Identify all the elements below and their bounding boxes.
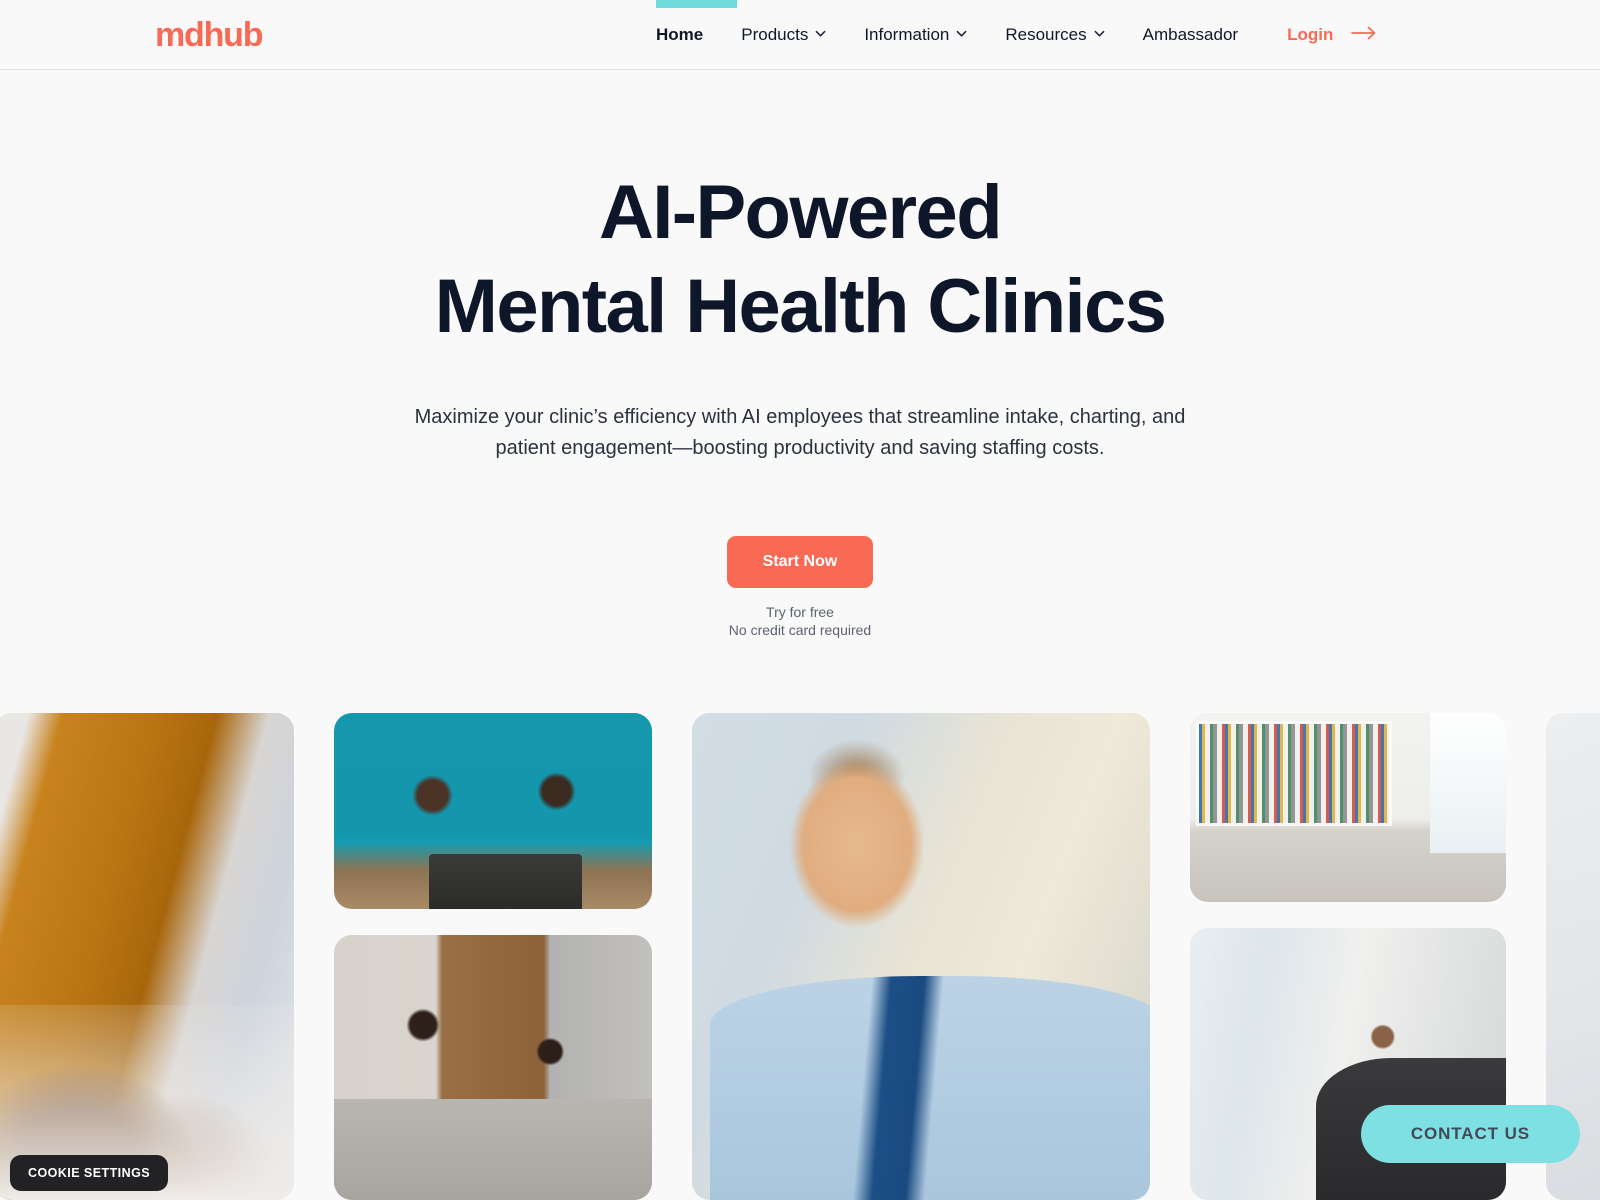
nav-item-label: Resources (1005, 25, 1087, 44)
gallery-column-3 (692, 713, 1150, 1200)
main-navigation: Home Products Information Resources Amba… (650, 0, 1377, 70)
gallery-column-1 (0, 713, 294, 1200)
nav-item-resources[interactable]: Resources (986, 0, 1123, 70)
hero-title-line-2: Mental Health Clinics (434, 264, 1167, 350)
photo-smiling-clinician-image (692, 713, 1150, 1200)
photo-couch-session-image (334, 935, 652, 1200)
photo-gallery (0, 713, 1600, 1200)
gallery-photo-4 (692, 713, 1150, 1200)
page-title: AI-Powered Mental Health Clinics (0, 166, 1600, 354)
cta-note: Try for free No credit card required (0, 604, 1600, 640)
nav-item-label: Information (864, 25, 950, 44)
site-header: mdhub Home Products Information Resource… (0, 0, 1600, 70)
hero-cta-group: Start Now Try for free No credit card re… (0, 536, 1600, 640)
nav-item-label: Ambassador (1142, 25, 1239, 44)
hero-title-line-1: AI-Powered (598, 170, 1003, 255)
photo-therapy-hands-image (0, 713, 294, 1200)
logo-mdhub[interactable]: mdhub (155, 18, 264, 52)
gallery-column-2 (334, 713, 652, 1200)
gallery-photo-5 (1190, 713, 1506, 902)
arrow-right-icon (1351, 25, 1377, 45)
cta-note-line-1: Try for free (766, 604, 834, 621)
start-now-button[interactable]: Start Now (726, 536, 874, 589)
photo-colleagues-laptop-image (334, 713, 652, 910)
gallery-photo-2 (334, 713, 652, 910)
gallery-photo-3 (334, 935, 652, 1200)
login-label: Login (1287, 25, 1334, 44)
photo-bookshelf-room-image (1190, 713, 1506, 902)
nav-item-information[interactable]: Information (845, 0, 986, 70)
cookie-settings-button[interactable]: COOKIE SETTINGS (10, 1155, 169, 1191)
chevron-down-icon (815, 28, 826, 39)
nav-item-ambassador[interactable]: Ambassador (1124, 0, 1257, 70)
contact-us-button[interactable]: CONTACT US (1360, 1105, 1580, 1163)
hero-subtitle: Maximize your clinic’s efficiency with A… (414, 406, 1186, 459)
login-link[interactable]: Login (1287, 25, 1377, 45)
nav-item-home[interactable]: Home (650, 0, 722, 70)
nav-item-label: Products (741, 25, 809, 44)
nav-item-products[interactable]: Products (722, 0, 845, 70)
chevron-down-icon (956, 28, 967, 39)
hero-section: AI-Powered Mental Health Clinics Maximiz… (0, 70, 1600, 640)
gallery-photo-1 (0, 713, 294, 1200)
chevron-down-icon (1094, 28, 1105, 39)
nav-item-label: Home (656, 25, 704, 44)
cta-note-line-2: No credit card required (728, 622, 872, 639)
